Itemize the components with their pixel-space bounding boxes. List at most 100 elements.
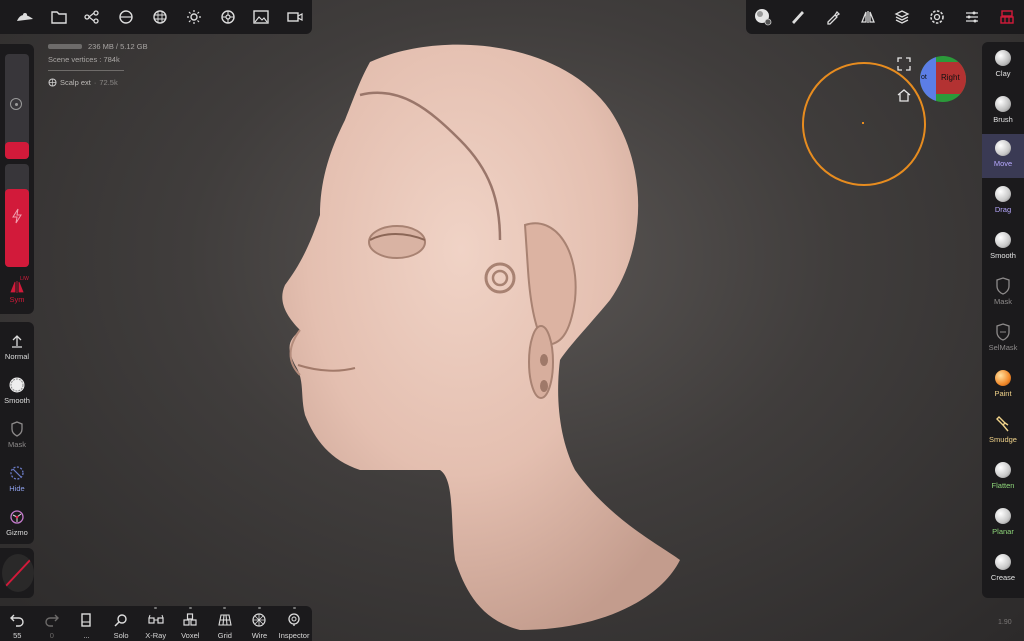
smooth-ball-icon — [995, 232, 1011, 248]
mask-label: Mask — [8, 440, 26, 449]
tool-label: SelMask — [988, 343, 1018, 352]
sym-badge: L/W — [20, 276, 29, 282]
symmetry-icon[interactable] — [851, 0, 885, 34]
version-label: 1.90 — [998, 619, 1012, 626]
crease-ball-icon — [995, 554, 1011, 570]
tool-label: Brush — [993, 115, 1013, 124]
voxel-icon — [173, 610, 207, 630]
tool-drag[interactable]: Drag — [982, 180, 1024, 224]
tool-label: Move — [993, 159, 1013, 168]
tool-paint[interactable]: Paint — [982, 364, 1024, 408]
scene-graph-icon[interactable] — [76, 0, 110, 34]
object-icon — [48, 78, 57, 87]
settings-icon[interactable] — [920, 0, 954, 34]
tool-label: Paint — [994, 389, 1012, 398]
video-icon[interactable] — [278, 0, 312, 34]
view-cube-right-label: Right — [941, 73, 960, 82]
smooth-ball-icon — [0, 374, 34, 396]
undo-count: 55 — [13, 631, 22, 640]
intensity-slider[interactable] — [5, 164, 29, 267]
tool-selmask[interactable]: SelMask — [982, 318, 1024, 362]
tool-smudge[interactable]: Smudge — [982, 410, 1024, 454]
grid-button[interactable]: Grid — [208, 606, 243, 641]
tool-move[interactable]: Move — [982, 134, 1024, 178]
tool-brush[interactable]: Brush — [982, 90, 1024, 134]
inspector-button[interactable]: Inspector — [277, 606, 312, 641]
brush-radius-cursor — [802, 62, 926, 186]
tool-label: Drag — [994, 205, 1012, 214]
tools-icon[interactable] — [990, 0, 1024, 34]
xray-glasses-icon — [139, 610, 173, 630]
tool-planar[interactable]: Planar — [982, 502, 1024, 546]
tool-smooth[interactable]: Smooth — [982, 226, 1024, 270]
sun-icon[interactable] — [177, 0, 211, 34]
undo-button[interactable]: 55 — [0, 606, 35, 641]
voxel-button[interactable]: Voxel — [173, 606, 208, 641]
stats-divider — [48, 70, 124, 71]
solo-button[interactable]: Solo — [104, 606, 139, 641]
mask-shield-icon — [0, 418, 34, 440]
selmask-shield-icon — [996, 323, 1010, 341]
home-icon[interactable] — [897, 88, 911, 102]
radius-slider[interactable] — [5, 54, 29, 159]
right-tool-panel: Clay Brush Move Drag Smooth Mask SelMask… — [982, 42, 1024, 598]
book-icon — [69, 610, 103, 630]
move-ball-icon — [995, 140, 1011, 156]
clay-ball-icon — [995, 50, 1011, 66]
smooth-label: Smooth — [4, 396, 30, 405]
tool-clay[interactable]: Clay — [982, 44, 1024, 88]
sliders-icon[interactable] — [955, 0, 989, 34]
brush-ball-icon — [995, 96, 1011, 112]
tool-label: Clay — [995, 69, 1011, 78]
grid-globe-icon[interactable] — [143, 0, 177, 34]
memory-bar — [48, 44, 82, 49]
layers-icon[interactable] — [885, 0, 919, 34]
lightning-icon — [11, 208, 23, 224]
inspector-icon — [277, 610, 311, 630]
nomad-logo-icon[interactable] — [8, 0, 42, 34]
tool-mask[interactable]: Mask — [982, 272, 1024, 316]
top-left-toolbar — [0, 0, 312, 34]
picker-icon[interactable] — [816, 0, 850, 34]
folder-icon[interactable] — [42, 0, 76, 34]
hide-button[interactable]: Hide — [0, 462, 34, 493]
mask-button[interactable]: Mask — [0, 418, 34, 449]
tool-label: Crease — [990, 573, 1016, 582]
wireframe-icon — [242, 610, 276, 630]
object-info[interactable]: Scalp ext · 72.5k — [48, 78, 148, 87]
view-cube[interactable]: ot Right — [920, 56, 966, 102]
scene-stats: 236 MB / 5.12 GB Scene vertices : 784k S… — [48, 42, 148, 87]
color-swatch-panel — [0, 548, 34, 598]
camera-icon[interactable] — [109, 0, 143, 34]
brush-stroke-icon[interactable] — [781, 0, 815, 34]
radius-fill — [5, 142, 29, 159]
bottom-toolbar: 55 0 ... Solo X-Ray Voxel Grid Wire Insp… — [0, 606, 312, 641]
book-button[interactable]: ... — [69, 606, 104, 641]
left-tool-panel: Normal Smooth Mask Hide Gizmo — [0, 322, 34, 544]
redo-button[interactable]: 0 — [35, 606, 70, 641]
wire-button[interactable]: Wire — [242, 606, 277, 641]
smooth-button[interactable]: Smooth — [0, 374, 34, 405]
intensity-fill — [5, 189, 29, 267]
book-label: ... — [83, 631, 90, 640]
tool-crease[interactable]: Crease — [982, 548, 1024, 592]
solo-label: Solo — [113, 631, 129, 640]
sym-button[interactable]: L/W Sym — [0, 276, 34, 304]
smudge-icon — [996, 416, 1009, 432]
color-swatch[interactable] — [2, 554, 34, 592]
paint-ball-icon — [995, 370, 1011, 386]
left-slider-panel: L/W Sym — [0, 44, 34, 314]
tool-flatten[interactable]: Flatten — [982, 456, 1024, 500]
normal-button[interactable]: Normal — [0, 330, 34, 361]
xray-button[interactable]: X-Ray — [138, 606, 173, 641]
gizmo-label: Gizmo — [6, 528, 28, 537]
gizmo-icon — [0, 506, 34, 528]
material-ball-icon[interactable] — [211, 0, 245, 34]
hide-icon — [0, 462, 34, 484]
fullscreen-icon[interactable] — [897, 57, 911, 71]
gizmo-button[interactable]: Gizmo — [0, 506, 34, 537]
material-preview-icon[interactable] — [746, 0, 780, 34]
drag-ball-icon — [995, 186, 1011, 202]
image-icon[interactable] — [244, 0, 278, 34]
grid-label: Grid — [217, 631, 232, 640]
